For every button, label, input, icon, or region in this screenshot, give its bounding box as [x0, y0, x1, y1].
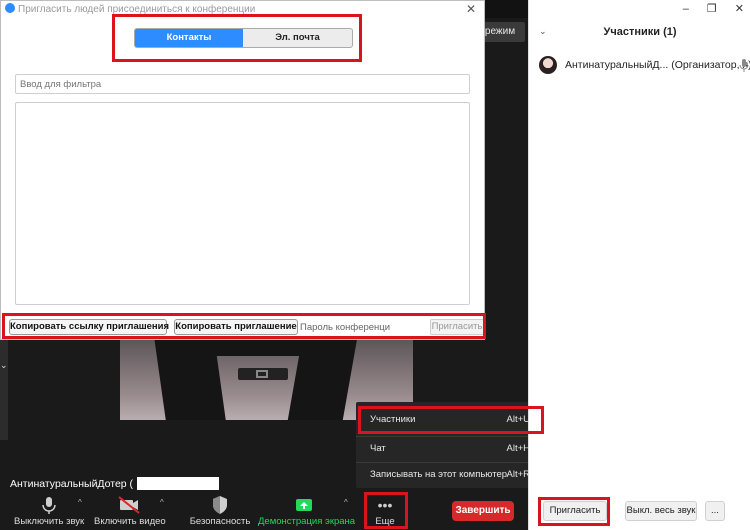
security-button[interactable]: Безопасность — [186, 490, 254, 530]
invite-button[interactable]: Пригласить — [430, 319, 484, 335]
contact-list[interactable] — [15, 102, 470, 305]
share-options-caret-icon[interactable]: ^ — [344, 498, 348, 507]
panel-invite-button[interactable]: Пригласить — [543, 501, 607, 521]
password-label: Пароль конференции: — [300, 322, 399, 333]
start-video-button[interactable]: Включить видео — [94, 490, 166, 530]
participants-panel: – ❐ ✕ ⌄ Участники (1) АнтинатуральныйД... … — [528, 0, 750, 530]
share-screen-button[interactable]: Демонстрация экрана — [258, 490, 355, 530]
microphone-icon — [14, 494, 84, 516]
dialog-title: Пригласить людей присоединиться к конфер… — [5, 3, 255, 17]
participant-name-tag: АнтинатуральныйДотер ( — [10, 477, 220, 491]
video-off-icon — [94, 494, 164, 516]
more-menu: Участники Alt+U Чат Alt+H Записывать на … — [356, 402, 544, 488]
tab-email[interactable]: Эл. почта — [243, 29, 352, 47]
copy-invite-link-button[interactable]: Копировать ссылку приглашения — [9, 319, 169, 335]
restore-icon[interactable]: ❐ — [707, 3, 717, 15]
left-edge-panel: ⌄ — [0, 340, 8, 440]
zoom-logo-icon — [5, 3, 15, 13]
mute-button[interactable]: Выключить звук — [14, 490, 84, 530]
redacted-name — [137, 477, 220, 490]
more-dots-icon: ••• — [377, 497, 393, 513]
participant-name: АнтинатуральныйД... (Организатор, я) — [565, 59, 750, 71]
meeting-toolbar: Выключить звук ^ Включить видео ^ Безопа… — [0, 490, 528, 530]
chevron-down-icon[interactable]: ⌄ — [0, 360, 8, 371]
close-icon[interactable]: ✕ — [735, 3, 744, 15]
panel-more-button[interactable]: ... — [705, 501, 725, 521]
password-field[interactable] — [390, 319, 430, 335]
participant-row[interactable]: АнтинатуральныйД... (Организатор, я) — [539, 56, 750, 78]
panel-title: Участники (1) — [603, 26, 677, 38]
close-icon[interactable]: ✕ — [466, 2, 476, 16]
window-controls: – ❐ ✕ — [665, 2, 744, 15]
menu-item-record[interactable]: Записывать на этот компьютер Alt+R — [356, 463, 544, 487]
invite-bottom-bar: Копировать ссылку приглашения Копировать… — [2, 316, 484, 338]
shield-icon — [186, 494, 254, 516]
copy-invitation-button[interactable]: Копировать приглашение — [174, 319, 298, 335]
share-screen-icon — [258, 494, 350, 516]
end-meeting-button[interactable]: Завершить — [452, 501, 514, 521]
invite-dialog: Пригласить людей присоединиться к конфер… — [0, 0, 485, 340]
mute-all-button[interactable]: Выкл. весь звук — [625, 501, 697, 521]
minimize-icon[interactable]: – — [683, 3, 689, 15]
microphone-icon[interactable] — [739, 58, 749, 77]
mute-options-caret-icon[interactable]: ^ — [78, 498, 82, 507]
tab-contacts[interactable]: Контакты — [135, 29, 243, 47]
invite-tabs: Контакты Эл. почта — [134, 28, 353, 48]
menu-item-chat[interactable]: Чат Alt+H — [356, 437, 544, 461]
video-options-caret-icon[interactable]: ^ — [160, 498, 164, 507]
avatar — [539, 56, 557, 74]
menu-item-participants[interactable]: Участники Alt+U — [356, 408, 544, 432]
more-button[interactable]: ••• Еще — [366, 490, 404, 530]
filter-input[interactable] — [15, 74, 470, 94]
